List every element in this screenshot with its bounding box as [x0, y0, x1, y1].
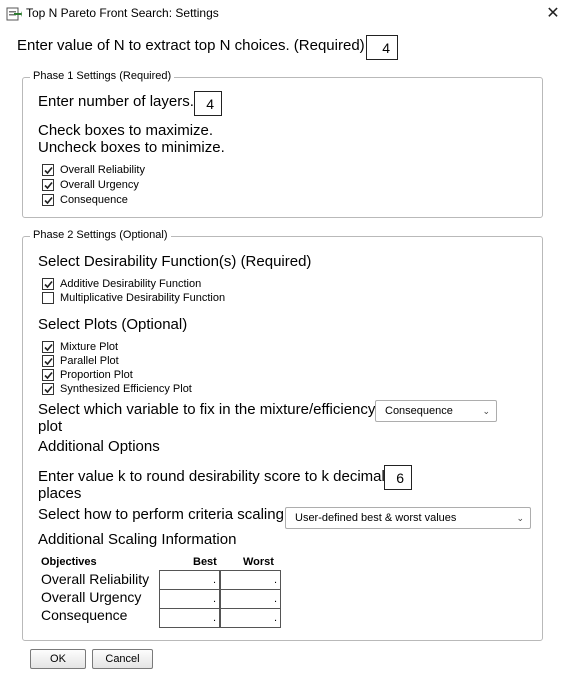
- cancel-button[interactable]: Cancel: [92, 649, 153, 669]
- checkbox-label: Parallel Plot: [60, 355, 119, 367]
- minimize-instruction: Uncheck boxes to minimize.: [38, 139, 225, 156]
- checkbox-icon[interactable]: [42, 194, 54, 206]
- table-header-best: Best: [193, 556, 217, 568]
- checkbox-label: Overall Reliability: [60, 164, 145, 176]
- worst-value-input[interactable]: .: [220, 570, 281, 590]
- jmp-addin-icon: [6, 6, 22, 22]
- round-prompt: Enter value k to round desirability scor…: [38, 468, 385, 485]
- checkbox-label: Proportion Plot: [60, 369, 133, 381]
- top-n-input[interactable]: 4: [366, 35, 398, 60]
- checkbox-label: Multiplicative Desirability Function: [60, 292, 226, 304]
- fix-variable-value: Consequence: [385, 405, 453, 417]
- checkbox-label: Synthesized Efficiency Plot: [60, 383, 192, 395]
- scaling-info-heading: Additional Scaling Information: [38, 531, 237, 548]
- worst-value-input[interactable]: .: [220, 589, 281, 609]
- checkbox-icon[interactable]: [42, 341, 54, 353]
- checkbox-icon[interactable]: [42, 355, 54, 367]
- scaling-prompt: Select how to perform criteria scaling: [38, 506, 284, 523]
- layers-prompt: Enter number of layers.: [38, 93, 194, 110]
- table-row-label: Overall Urgency: [41, 589, 142, 605]
- best-value-input[interactable]: .: [159, 608, 220, 628]
- close-button[interactable]: ✕: [540, 2, 566, 26]
- phase2-legend: Phase 2 Settings (Optional): [30, 229, 171, 242]
- best-value-input[interactable]: .: [159, 570, 220, 590]
- checkbox-label: Additive Desirability Function: [60, 278, 202, 290]
- layers-input[interactable]: 4: [194, 91, 222, 116]
- round-prompt-cont: places: [38, 485, 82, 502]
- checkbox-icon[interactable]: [42, 164, 54, 176]
- checkbox-label: Consequence: [60, 194, 128, 206]
- chevron-down-icon: ⌄: [516, 513, 524, 523]
- checkbox-icon[interactable]: [42, 383, 54, 395]
- checkbox-label: Mixture Plot: [60, 341, 119, 353]
- phase1-legend: Phase 1 Settings (Required): [30, 70, 175, 83]
- checkbox-icon[interactable]: [42, 278, 54, 290]
- table-header-objectives: Objectives: [41, 556, 97, 568]
- checkbox-icon[interactable]: [42, 369, 54, 381]
- window-title: Top N Pareto Front Search: Settings: [26, 6, 219, 20]
- maximize-instruction: Check boxes to maximize.: [38, 122, 214, 139]
- scaling-method-select[interactable]: User-defined best & worst values ⌄: [285, 507, 531, 529]
- title-bar: Top N Pareto Front Search: Settings ✕: [0, 0, 569, 28]
- additional-options-heading: Additional Options: [38, 438, 160, 455]
- fix-variable-prompt: Select which variable to fix in the mixt…: [38, 401, 376, 418]
- fix-variable-select[interactable]: Consequence ⌄: [375, 400, 497, 422]
- best-value-input[interactable]: .: [159, 589, 220, 609]
- table-header-worst: Worst: [243, 556, 274, 568]
- worst-value-input[interactable]: .: [220, 608, 281, 628]
- plots-heading: Select Plots (Optional): [38, 316, 188, 333]
- table-row-label: Overall Reliability: [41, 571, 150, 587]
- desirability-heading: Select Desirability Function(s) (Require…: [38, 253, 312, 270]
- checkbox-label: Overall Urgency: [60, 179, 139, 191]
- fix-variable-prompt-cont: plot: [38, 418, 63, 435]
- ok-button[interactable]: OK: [30, 649, 86, 669]
- checkbox-icon[interactable]: [42, 292, 54, 304]
- chevron-down-icon: ⌄: [482, 406, 490, 416]
- checkbox-icon[interactable]: [42, 179, 54, 191]
- table-row-label: Consequence: [41, 607, 128, 623]
- top-n-prompt: Enter value of N to extract top N choice…: [17, 37, 365, 54]
- round-k-input[interactable]: 6: [384, 465, 412, 490]
- scaling-method-value: User-defined best & worst values: [295, 512, 457, 524]
